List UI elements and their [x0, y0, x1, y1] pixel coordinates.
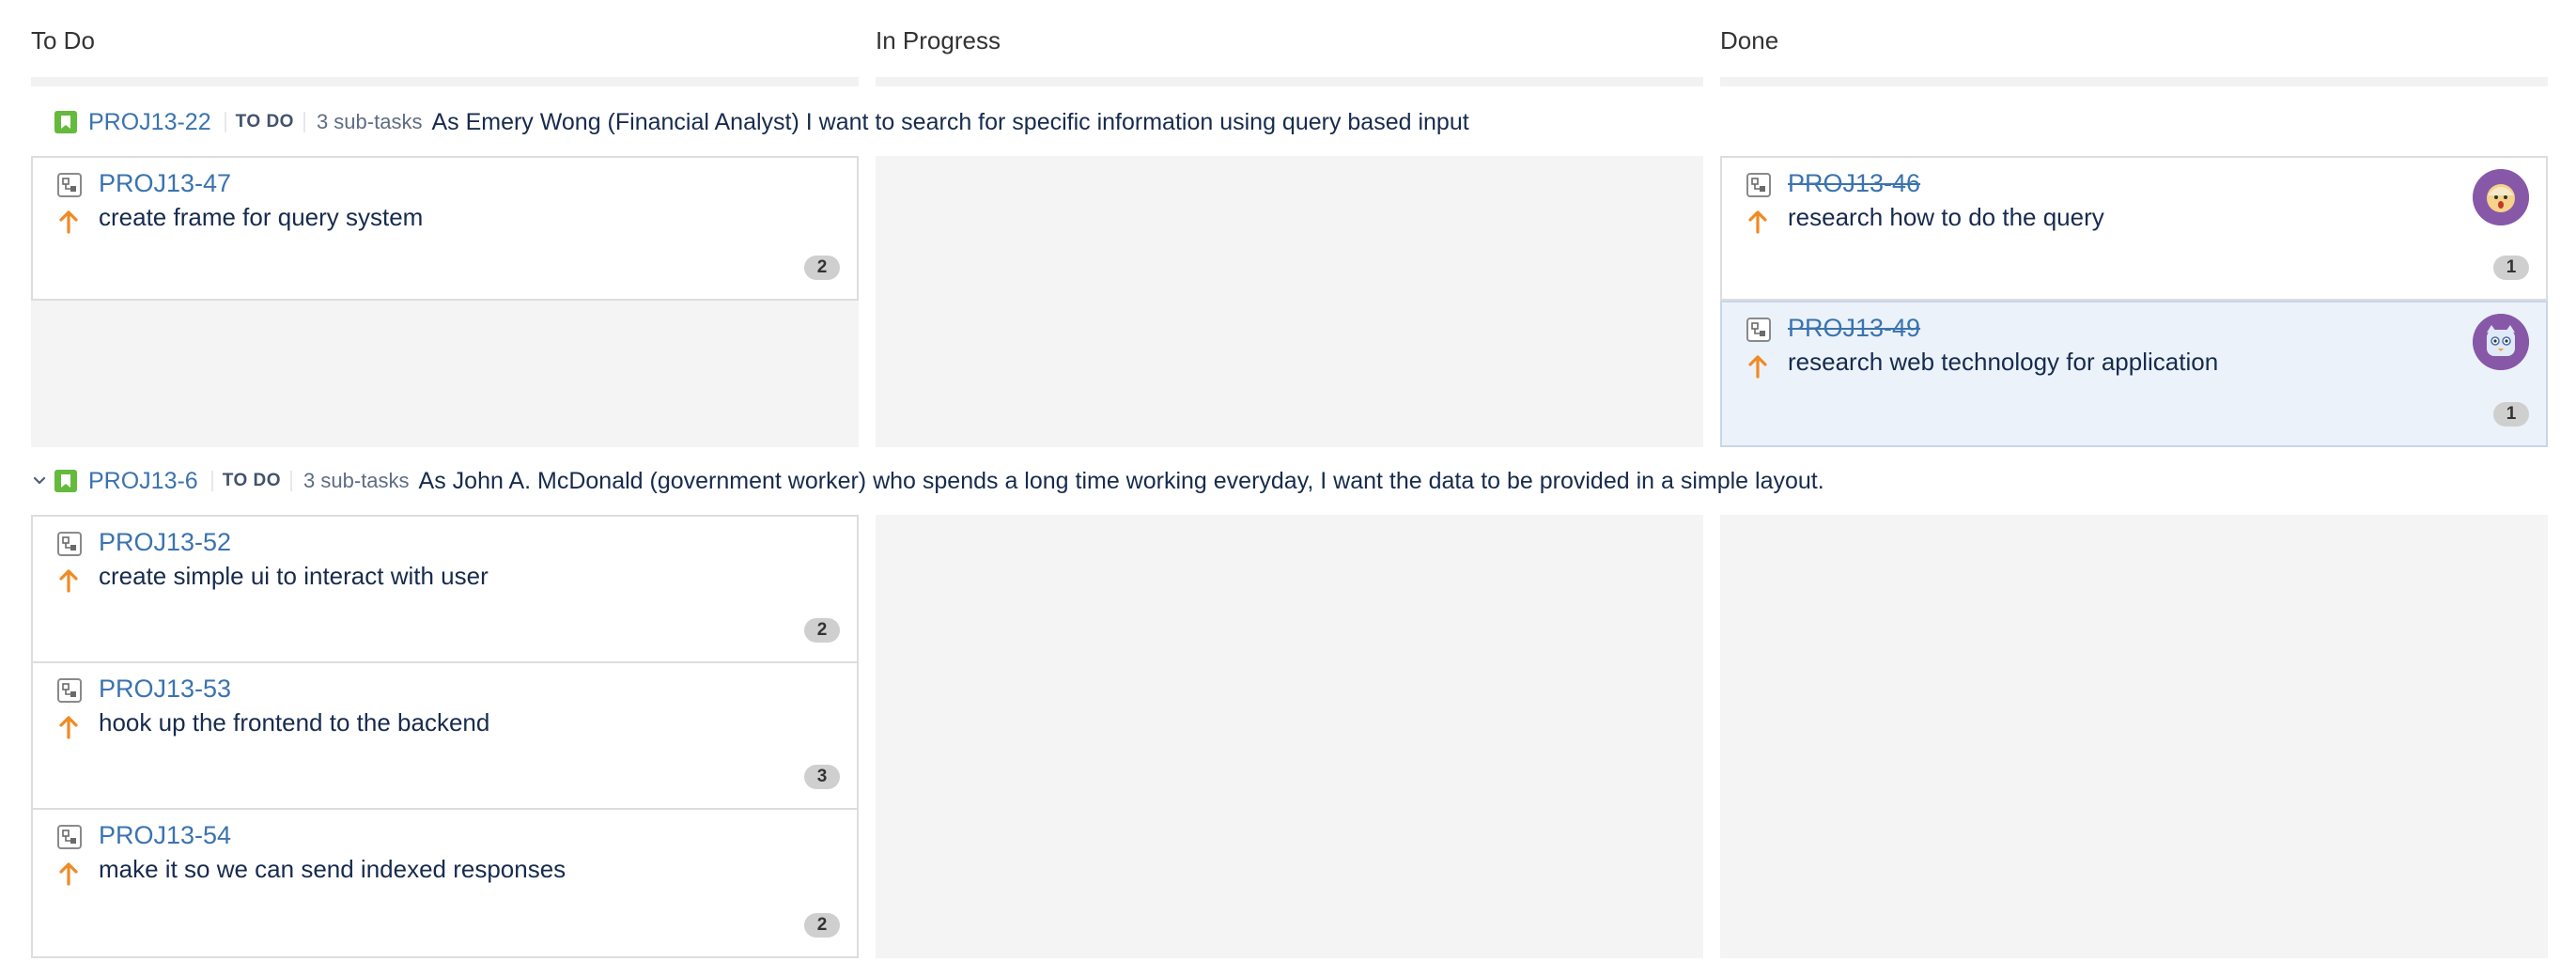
issue-card[interactable]: PROJ13-46 research how to do the query 1: [1720, 156, 2548, 301]
swimlane-cell-in-progress: [876, 515, 1703, 958]
issue-card[interactable]: PROJ13-47 create frame for query system …: [31, 156, 859, 301]
estimate-badge: 2: [804, 618, 840, 643]
swimlane-subtask-count: 3 sub-tasks: [303, 469, 410, 492]
issue-summary: hook up the frontend to the backend: [99, 708, 490, 737]
issue-key-link[interactable]: PROJ13-49: [1788, 314, 1920, 343]
issue-card[interactable]: PROJ13-53 hook up the frontend to the ba…: [31, 661, 859, 810]
subtask-icon: [1746, 318, 1771, 342]
issue-key-link[interactable]: PROJ13-53: [99, 675, 231, 704]
swimlane-cell-in-progress: [876, 156, 1703, 447]
swimlane-cell-done: [1720, 515, 2548, 958]
swimlane-subtask-count: 3 sub-tasks: [316, 110, 423, 133]
subtask-icon: [1746, 173, 1771, 197]
chevron-down-icon[interactable]: [29, 462, 50, 500]
priority-arrow-up-icon: [59, 569, 78, 593]
subtask-icon: [57, 825, 82, 849]
column-header-divider: [1720, 77, 2548, 86]
column-header-todo: To Do: [31, 26, 95, 54]
estimate-badge: 1: [2493, 256, 2529, 280]
issue-key-link[interactable]: PROJ13-47: [99, 169, 231, 198]
subtask-icon: [57, 532, 82, 556]
issue-card[interactable]: PROJ13-54 make it so we can send indexed…: [31, 808, 859, 958]
story-bookmark-icon: [54, 470, 77, 492]
issue-card[interactable]: PROJ13-52 create simple ui to interact w…: [31, 515, 859, 663]
issue-key-link[interactable]: PROJ13-52: [99, 528, 231, 557]
subtask-icon: [57, 678, 82, 703]
estimate-badge: 3: [804, 765, 840, 789]
issue-summary: create frame for query system: [99, 203, 424, 231]
issue-summary: create simple ui to interact with user: [99, 562, 489, 590]
swimlane-issue-key[interactable]: PROJ13-6: [88, 468, 198, 495]
issue-summary: make it so we can send indexed responses: [99, 855, 566, 883]
swimlane-summary: As Emery Wong (Financial Analyst) I want…: [431, 108, 1469, 135]
column-header-divider: [31, 77, 859, 86]
priority-arrow-up-icon: [59, 210, 78, 234]
priority-arrow-up-icon: [1748, 210, 1767, 234]
swimlane-header[interactable]: PROJ13-6 TO DO 3 sub-tasks As John A. Mc…: [54, 448, 2571, 514]
assignee-avatar[interactable]: [2473, 169, 2529, 225]
subtask-icon: [57, 173, 82, 197]
story-bookmark-icon: [54, 111, 77, 133]
estimate-badge: 2: [804, 913, 840, 938]
swimlane-summary: As John A. McDonald (government worker) …: [418, 467, 1824, 494]
issue-key-link[interactable]: PROJ13-54: [99, 821, 231, 850]
estimate-badge: 2: [804, 256, 840, 280]
priority-arrow-up-icon: [59, 716, 78, 739]
swimlane-status-lozenge: TO DO: [224, 112, 305, 132]
swimlane-header[interactable]: PROJ13-22 TO DO 3 sub-tasks As Emery Won…: [54, 89, 2571, 155]
column-header-in-progress: In Progress: [876, 26, 1001, 54]
issue-card[interactable]: PROJ13-49 research web technology for ap…: [1720, 301, 2548, 447]
estimate-badge: 1: [2493, 402, 2529, 426]
issue-key-link[interactable]: PROJ13-46: [1788, 169, 1920, 198]
column-header-divider: [876, 77, 1703, 86]
column-header-done: Done: [1720, 26, 1779, 54]
priority-arrow-up-icon: [1748, 355, 1767, 379]
swimlane-status-lozenge: TO DO: [210, 471, 293, 491]
swimlane-issue-key[interactable]: PROJ13-22: [88, 109, 211, 136]
assignee-avatar[interactable]: [2473, 314, 2529, 370]
issue-summary: research how to do the query: [1788, 203, 2104, 231]
priority-arrow-up-icon: [59, 862, 78, 886]
issue-summary: research web technology for application: [1788, 348, 2219, 376]
